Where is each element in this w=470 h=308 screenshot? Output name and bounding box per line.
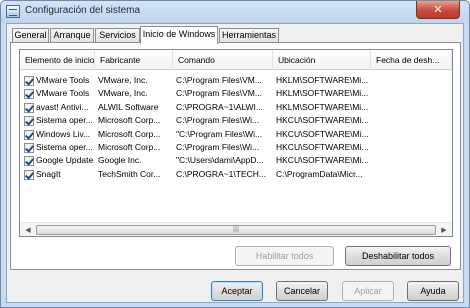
cell-fabricante: Microsoft Corp...: [98, 128, 161, 139]
window-title: Configuración del sistema: [25, 5, 141, 16]
list-row[interactable]: Sistema oper... Microsoft Corp... C:\Pro…: [20, 141, 452, 154]
cell-fecha: [371, 128, 452, 141]
cell-fabricante: ALWIL Software: [98, 101, 159, 112]
cell-fecha: [371, 141, 452, 154]
startup-items-list[interactable]: Elemento de inicio Fabricante Comando Ub…: [19, 49, 453, 237]
column-header-fabricante[interactable]: Fabricante: [95, 50, 173, 70]
scrollbar-grip-icon: |||: [232, 226, 240, 233]
cell-elemento: VMware Tools: [36, 88, 90, 99]
column-header-elemento[interactable]: Elemento de inicio: [20, 50, 95, 70]
close-icon: ✕: [433, 3, 443, 16]
cell-comando: C:\Program Files\VM...: [176, 88, 262, 99]
cancel-button[interactable]: Cancelar: [276, 281, 328, 301]
cell-ubicacion: HKLM\SOFTWARE\Mi...: [276, 88, 369, 99]
cell-comando: C:\Program Files\VM...: [176, 75, 262, 85]
cell-ubicacion: HKLM\SOFTWARE\Mi...: [276, 101, 369, 112]
list-row[interactable]: Sistema oper... Microsoft Corp... C:\Pro…: [20, 114, 452, 127]
apply-button[interactable]: Aplicar: [342, 281, 394, 301]
cell-fabricante: Google Inc.: [98, 155, 142, 166]
list-row[interactable]: avast! Antivi... ALWIL Software C:\PROGR…: [20, 101, 452, 114]
cell-elemento: Sistema oper...: [36, 142, 93, 152]
cell-ubicacion: HKCU\SOFTWARE\Mi...: [276, 115, 369, 126]
system-configuration-window: Configuración del sistema ✕ General Arra…: [0, 0, 470, 308]
cell-comando: C:\PROGRA~1\TECH...: [176, 168, 266, 179]
cell-elemento: VMware Tools: [36, 75, 90, 85]
cell-ubicacion: HKCU\SOFTWARE\Mi...: [276, 128, 369, 139]
tab-inicio-de-windows[interactable]: Inicio de Windows: [140, 26, 218, 44]
cell-fecha: [371, 101, 452, 114]
cell-elemento: SnagIt: [36, 168, 61, 179]
enable-all-button[interactable]: Habilitar todos: [235, 246, 334, 266]
title-bar[interactable]: Configuración del sistema ✕: [1, 1, 469, 23]
cell-fecha: [371, 114, 452, 127]
cell-comando: "C:\Users\dami\AppD...: [176, 155, 264, 166]
cell-ubicacion: HKCU\SOFTWARE\Mi...: [276, 155, 369, 166]
cell-fabricante: VMware, Inc.: [98, 75, 148, 85]
cell-fabricante: Microsoft Corp...: [98, 115, 161, 126]
scroll-left-arrow-icon[interactable]: ◀: [21, 224, 35, 236]
list-header: Elemento de inicio Fabricante Comando Ub…: [20, 50, 452, 70]
cell-fecha: [371, 87, 452, 100]
tab-herramientas[interactable]: Herramientas: [219, 28, 279, 43]
column-header-comando[interactable]: Comando: [173, 50, 273, 70]
cell-elemento: Windows Liv...: [36, 128, 91, 139]
ok-button[interactable]: Aceptar: [211, 281, 263, 301]
list-row[interactable]: VMware Tools VMware, Inc. C:\Program Fil…: [20, 74, 452, 87]
column-header-fecha[interactable]: Fecha de desh...: [371, 50, 452, 70]
cell-fabricante: VMware, Inc.: [98, 88, 148, 99]
list-row[interactable]: Google Update Google Inc. "C:\Users\dami…: [20, 154, 452, 167]
msconfig-app-icon: [6, 5, 20, 18]
scroll-right-arrow-icon[interactable]: ▶: [437, 224, 451, 236]
cell-comando: C:\PROGRA~1\ALWI...: [176, 101, 263, 112]
disable-all-button[interactable]: Deshabilitar todos: [345, 246, 451, 266]
startup-tab-panel: Elemento de inicio Fabricante Comando Ub…: [10, 42, 461, 270]
cell-comando: C:\Program Files\Wi...: [176, 142, 260, 152]
cell-elemento: Google Update: [36, 155, 94, 166]
help-button[interactable]: Ayuda: [407, 281, 459, 301]
cell-fabricante: TechSmith Cor...: [98, 168, 161, 179]
cell-ubicacion: HKCU\SOFTWARE\Mi...: [276, 142, 369, 152]
cell-ubicacion: C:\ProgramData\Micr...: [276, 168, 363, 179]
tab-servicios[interactable]: Servicios: [95, 28, 140, 43]
cell-comando: "C:\Program Files\Wi...: [176, 128, 263, 139]
cell-elemento: Sistema oper...: [36, 115, 93, 126]
list-row[interactable]: VMware Tools VMware, Inc. C:\Program Fil…: [20, 87, 452, 100]
cell-fecha: [371, 168, 452, 181]
tab-general[interactable]: General: [12, 28, 49, 43]
cell-elemento: avast! Antivi...: [36, 101, 89, 112]
horizontal-scrollbar[interactable]: ◀ ||| ▶: [20, 222, 452, 236]
scrollbar-thumb[interactable]: |||: [36, 225, 436, 235]
list-row[interactable]: SnagIt TechSmith Cor... C:\PROGRA~1\TECH…: [20, 168, 452, 181]
close-button[interactable]: ✕: [416, 1, 460, 19]
cell-fabricante: Microsoft Corp...: [98, 142, 161, 152]
column-header-ubicacion[interactable]: Ubicación: [273, 50, 371, 70]
dialog-client-area: General Arranque Servicios Inicio de Win…: [6, 23, 464, 303]
tab-arranque[interactable]: Arranque: [50, 28, 94, 43]
cell-fecha: [371, 74, 452, 87]
cell-ubicacion: HKLM\SOFTWARE\Mi...: [276, 75, 369, 85]
cell-comando: C:\Program Files\Wi...: [176, 115, 260, 126]
list-row[interactable]: Windows Liv... Microsoft Corp... "C:\Pro…: [20, 128, 452, 141]
cell-fecha: [371, 154, 452, 167]
